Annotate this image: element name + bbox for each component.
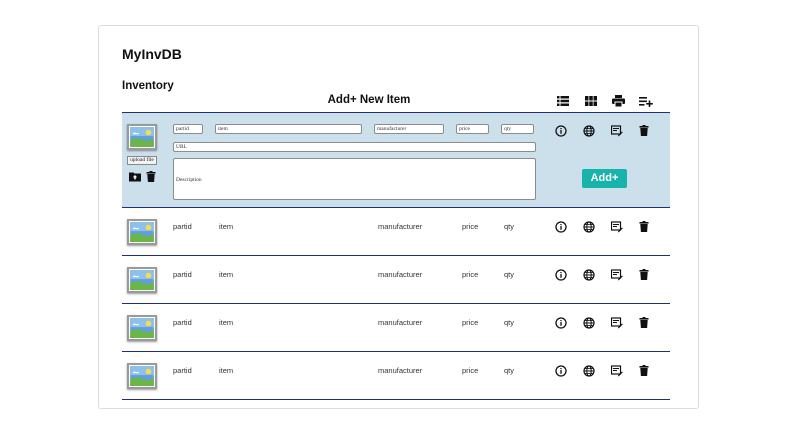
- qty-cell: qty: [504, 222, 515, 231]
- manufacturer-cell: manufacturer: [378, 222, 423, 231]
- image-placeholder-icon: [127, 315, 157, 341]
- add-new-item-title: Add+ New Item: [327, 94, 411, 106]
- item-cell: item: [219, 318, 234, 327]
- edit-note-icon[interactable]: [611, 317, 623, 329]
- inventory-card: MyInvDB Inventory Add+ New Item upload f…: [98, 25, 699, 409]
- globe-icon[interactable]: [583, 125, 595, 137]
- print-icon[interactable]: [610, 94, 626, 108]
- qty-field[interactable]: qty: [501, 124, 534, 134]
- image-placeholder-icon: [127, 124, 157, 150]
- delete-icon[interactable]: [639, 221, 651, 233]
- qty-cell: qty: [504, 270, 515, 279]
- upload-file-button[interactable]: upload file: [127, 156, 157, 165]
- globe-icon[interactable]: [583, 317, 595, 329]
- partid-field[interactable]: partid: [173, 124, 203, 134]
- manufacturer-cell: manufacturer: [378, 270, 423, 279]
- info-icon[interactable]: [555, 125, 567, 137]
- qty-cell: qty: [504, 318, 515, 327]
- description-field[interactable]: Description: [173, 158, 536, 200]
- item-field[interactable]: item: [215, 124, 362, 134]
- manufacturer-cell: manufacturer: [378, 366, 423, 375]
- partid-cell: partid: [173, 366, 192, 375]
- price-cell: price: [462, 318, 479, 327]
- edit-note-icon[interactable]: [611, 269, 623, 281]
- delete-icon[interactable]: [639, 317, 651, 329]
- price-field[interactable]: price: [456, 124, 489, 134]
- image-placeholder-icon: [127, 267, 157, 293]
- edit-note-icon[interactable]: [611, 365, 623, 377]
- price-cell: price: [462, 270, 479, 279]
- item-row: partid item manufacturer price qty: [122, 352, 670, 400]
- grid-view-icon[interactable]: [583, 94, 599, 108]
- add-item-button[interactable]: Add+: [582, 169, 627, 188]
- delete-icon[interactable]: [639, 269, 651, 281]
- price-cell: price: [462, 366, 479, 375]
- section-title: Inventory: [122, 80, 174, 92]
- info-icon[interactable]: [555, 269, 567, 281]
- partid-cell: partid: [173, 270, 192, 279]
- image-placeholder-icon: [127, 363, 157, 389]
- edit-note-icon[interactable]: [611, 125, 623, 137]
- info-icon[interactable]: [555, 317, 567, 329]
- globe-icon[interactable]: [583, 269, 595, 281]
- manufacturer-cell: manufacturer: [378, 318, 423, 327]
- item-row: partid item manufacturer price qty: [122, 256, 670, 304]
- app-title: MyInvDB: [122, 46, 182, 62]
- item-cell: item: [219, 366, 234, 375]
- delete-image-icon[interactable]: [146, 171, 158, 183]
- partid-cell: partid: [173, 222, 192, 231]
- info-icon[interactable]: [555, 365, 567, 377]
- item-cell: item: [219, 222, 234, 231]
- globe-icon[interactable]: [583, 365, 595, 377]
- manufacturer-field[interactable]: manufacturer: [374, 124, 444, 134]
- delete-icon[interactable]: [639, 125, 651, 137]
- edit-note-icon[interactable]: [611, 221, 623, 233]
- add-to-list-icon[interactable]: [638, 94, 654, 108]
- new-item-row: upload file partid item manufacturer pri…: [122, 112, 670, 208]
- qty-cell: qty: [504, 366, 515, 375]
- item-row: partid item manufacturer price qty: [122, 208, 670, 256]
- list-view-icon[interactable]: [555, 94, 571, 108]
- item-row: partid item manufacturer price qty: [122, 304, 670, 352]
- delete-icon[interactable]: [639, 365, 651, 377]
- globe-icon[interactable]: [583, 221, 595, 233]
- folder-upload-icon[interactable]: [129, 171, 141, 183]
- partid-cell: partid: [173, 318, 192, 327]
- info-icon[interactable]: [555, 221, 567, 233]
- url-field[interactable]: URL: [173, 142, 536, 152]
- price-cell: price: [462, 222, 479, 231]
- image-placeholder-icon: [127, 219, 157, 245]
- item-cell: item: [219, 270, 234, 279]
